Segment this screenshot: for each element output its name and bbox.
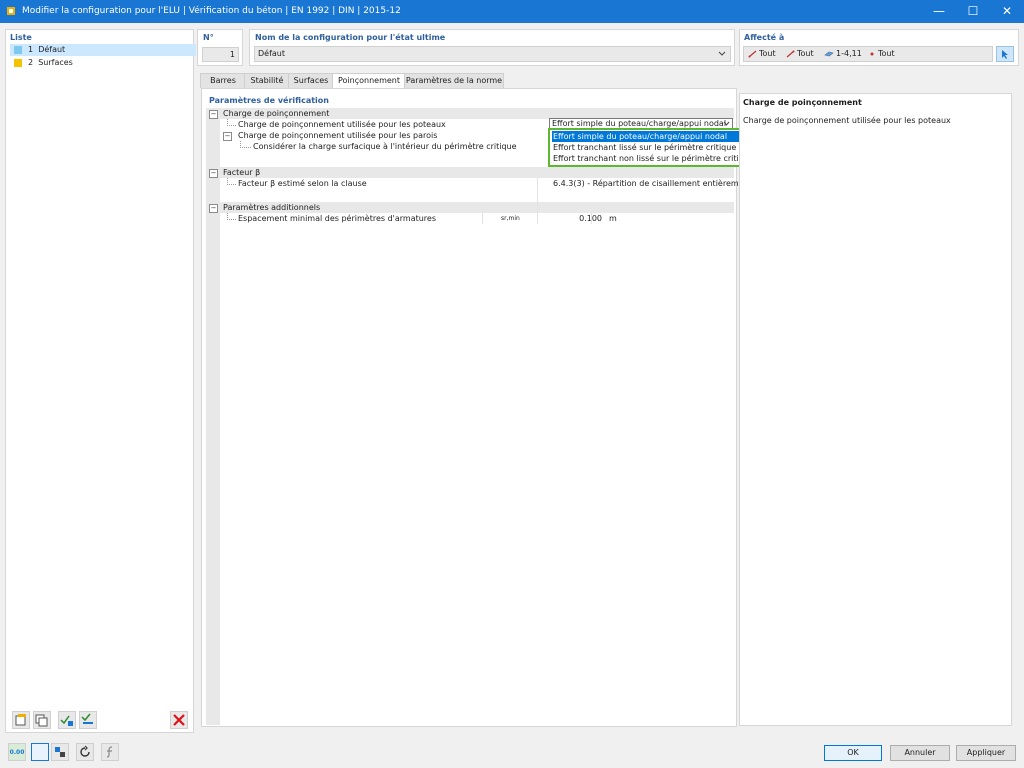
option-effort-non-lisse[interactable]: Effort tranchant non lissé sur le périmè… bbox=[552, 153, 754, 164]
row-espacement[interactable]: Espacement minimal des périmètres d'arma… bbox=[220, 213, 734, 224]
collapse-icon[interactable]: − bbox=[209, 169, 218, 178]
structure-icon bbox=[55, 747, 65, 757]
row-facteur-beta[interactable]: Facteur β estimé selon la clause 6.4.3(3… bbox=[220, 178, 746, 189]
refresh-icon bbox=[80, 745, 90, 757]
apply-button[interactable]: Appliquer bbox=[956, 745, 1016, 761]
member-set-icon bbox=[786, 50, 795, 58]
parameter-tree: − Charge de poinçonnement Charge de poin… bbox=[206, 108, 746, 725]
surface-icon bbox=[824, 51, 834, 57]
function-icon bbox=[106, 746, 113, 758]
option-effort-lisse[interactable]: Effort tranchant lissé sur le périmètre … bbox=[552, 142, 742, 153]
decimal-places-icon: 0.00 bbox=[9, 749, 25, 756]
copy-item-button[interactable] bbox=[33, 711, 51, 729]
color-swatch bbox=[14, 46, 22, 54]
tab-barres[interactable]: Barres bbox=[200, 73, 246, 88]
new-item-button[interactable] bbox=[12, 711, 30, 729]
symbol-sr-min: sr,min bbox=[501, 215, 520, 222]
name-header: Nom de la configuration pour l'état ulti… bbox=[255, 33, 446, 42]
title-bar: Modifier la configuration pour l'ELU | V… bbox=[0, 0, 1024, 23]
uncheck-all-icon bbox=[81, 713, 93, 724]
config-number-panel: N° 1 bbox=[197, 29, 243, 66]
collapse-icon[interactable]: − bbox=[223, 132, 232, 141]
color-swatch bbox=[14, 59, 22, 67]
copy-icon bbox=[35, 714, 48, 727]
facteur-beta-value[interactable]: 6.4.3(3) - Répartition de cisaillement e… bbox=[553, 178, 746, 189]
list-header: Liste bbox=[10, 33, 32, 42]
app-icon bbox=[7, 7, 15, 15]
parameters-panel: Paramètres de vérification − Charge de p… bbox=[201, 88, 754, 727]
chevron-down-icon bbox=[718, 51, 726, 56]
display-toggle-button[interactable] bbox=[31, 743, 49, 761]
punching-load-dropdown-list: Effort simple du poteau/charge/appui nod… bbox=[548, 128, 754, 167]
units-button[interactable]: 0.00 bbox=[8, 743, 26, 761]
new-icon bbox=[15, 714, 26, 726]
list-item-default[interactable]: 1 Défaut bbox=[10, 44, 196, 56]
number-header: N° bbox=[203, 33, 214, 42]
tab-surfaces[interactable]: Surfaces bbox=[288, 73, 334, 88]
info-title: Charge de poinçonnement bbox=[743, 98, 862, 107]
list-panel: Liste 1 Défaut 2 Surfaces bbox=[5, 29, 196, 733]
member-icon bbox=[748, 50, 757, 58]
select-objects-button[interactable] bbox=[996, 46, 1014, 62]
node-icon bbox=[870, 52, 874, 56]
espacement-unit: m bbox=[609, 214, 617, 223]
reset-button[interactable] bbox=[76, 743, 94, 761]
info-text: Charge de poinçonnement utilisée pour le… bbox=[743, 116, 951, 125]
section-parametres-additionnels: − Paramètres additionnels bbox=[206, 202, 734, 213]
cancel-button[interactable]: Annuler bbox=[890, 745, 950, 761]
section-facteur-beta: − Facteur β bbox=[206, 167, 734, 178]
parameters-title: Paramètres de vérification bbox=[209, 96, 329, 105]
tab-poinconnement[interactable]: Poinçonnement bbox=[332, 73, 406, 89]
minimize-button[interactable]: — bbox=[922, 0, 956, 23]
config-number-field[interactable]: 1 bbox=[202, 47, 239, 62]
option-effort-simple[interactable]: Effort simple du poteau/charge/appui nod… bbox=[552, 131, 742, 142]
config-name-select[interactable]: Défaut bbox=[254, 46, 731, 62]
tab-parametres-norme[interactable]: Paramètres de la norme bbox=[404, 73, 504, 88]
assigned-field[interactable]: Tout Tout 1-4,11 Tout bbox=[743, 46, 993, 62]
chevron-down-icon bbox=[723, 121, 730, 126]
cursor-pick-icon bbox=[1002, 50, 1008, 59]
window-title: Modifier la configuration pour l'ELU | V… bbox=[22, 6, 401, 16]
collapse-icon[interactable]: − bbox=[209, 110, 218, 119]
uncheck-all-button[interactable] bbox=[79, 711, 97, 729]
delete-icon bbox=[173, 714, 185, 726]
config-name-panel: Nom de la configuration pour l'état ulti… bbox=[249, 29, 735, 66]
assigned-panel: Affecté à Tout Tout 1-4,11 Tout bbox=[739, 29, 1019, 66]
info-panel: Charge de poinçonnement Charge de poinço… bbox=[739, 93, 1012, 726]
formula-button[interactable] bbox=[101, 743, 119, 761]
espacement-value[interactable]: 0.100 bbox=[550, 213, 602, 224]
assigned-header: Affecté à bbox=[744, 33, 785, 42]
check-all-icon bbox=[60, 715, 73, 726]
list-item-surfaces[interactable]: 2 Surfaces bbox=[10, 57, 196, 69]
delete-item-button[interactable] bbox=[170, 711, 188, 729]
close-button[interactable]: ✕ bbox=[990, 0, 1024, 23]
maximize-button[interactable]: ☐ bbox=[956, 0, 990, 23]
ok-button[interactable]: OK bbox=[824, 745, 882, 761]
check-all-button[interactable] bbox=[58, 711, 76, 729]
config-name-value: Défaut bbox=[258, 49, 286, 58]
tab-stabilite[interactable]: Stabilité bbox=[244, 73, 290, 88]
structure-button[interactable] bbox=[51, 743, 69, 761]
collapse-icon[interactable]: − bbox=[209, 204, 218, 213]
